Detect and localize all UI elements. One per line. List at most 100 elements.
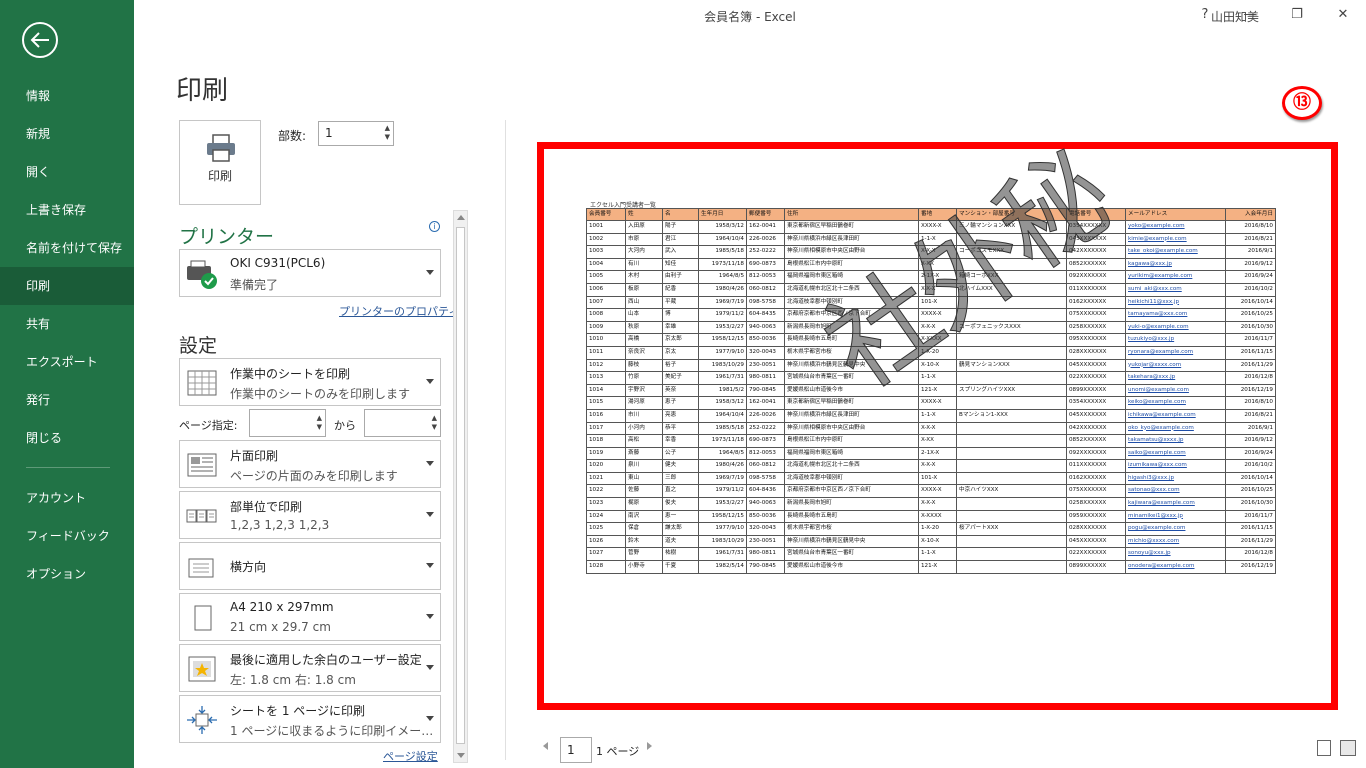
table-cell: X-X-X xyxy=(918,497,957,511)
table-cell xyxy=(956,308,1067,322)
nav-share[interactable]: 共有 xyxy=(0,305,134,343)
print-scope-dropdown[interactable]: 作業中のシートを印刷 作業中のシートのみを印刷します xyxy=(179,358,441,406)
table-cell: 道夫 xyxy=(662,534,699,549)
table-cell: 市川 xyxy=(625,408,663,423)
table-cell xyxy=(956,434,1067,448)
table-cell: 0258XXXXXX xyxy=(1066,320,1126,335)
help-button[interactable]: ? xyxy=(1191,4,1219,26)
table-cell: 2-1X-X xyxy=(918,270,957,284)
page-from-input[interactable]: ▲ ▼ xyxy=(249,409,326,437)
table-cell: 028XXXXXXX xyxy=(1066,522,1126,536)
table-cell: take_okoi@example.com xyxy=(1125,245,1226,259)
table-cell: 高松 xyxy=(625,434,663,448)
margins-dropdown[interactable]: 最後に適用した余白のユーザー設定 左: 1.8 cm 右: 1.8 cm xyxy=(179,644,441,692)
table-cell: 英奈 xyxy=(662,383,699,398)
next-page-icon[interactable] xyxy=(647,742,652,750)
table-cell: takamatsu@xxxx.jp xyxy=(1125,434,1226,448)
nav-info[interactable]: 情報 xyxy=(0,77,134,115)
table-cell: X-X-X xyxy=(918,459,957,473)
printer-dropdown[interactable]: OKI C931(PCL6) 準備完了 xyxy=(179,249,441,297)
table-cell: 恭平 xyxy=(662,421,699,436)
page-to-input[interactable]: ▲ ▼ xyxy=(364,409,441,437)
table-cell: 690-0873 xyxy=(746,434,785,448)
table-cell: 1953/2/27 xyxy=(698,497,747,511)
close-button[interactable]: ✕ xyxy=(1329,4,1357,26)
nav-account[interactable]: アカウント xyxy=(0,479,134,517)
back-arrow-icon[interactable] xyxy=(22,22,58,58)
scaling-dropdown[interactable]: シートを 1 ページに印刷 1 ページに収まるように印刷イメー… xyxy=(179,695,441,743)
paper-size-dropdown[interactable]: A4 210 x 297mm 21 cm x 29.7 cm xyxy=(179,593,441,641)
print-button[interactable]: 印刷 xyxy=(179,120,261,205)
table-row: 1022 佐藤 直之 1979/11/2 604-8436 京都府京都市中京区西ノ京下合町… xyxy=(586,484,1276,499)
table-cell: 1977/9/10 xyxy=(698,345,747,360)
table-cell: 2-1X-X xyxy=(918,446,957,461)
page-setup-link[interactable]: ページ設定 xyxy=(383,748,438,764)
table-cell: 0899XXXXXX xyxy=(1066,560,1126,574)
table-cell: 1019 xyxy=(586,446,626,461)
show-margins-icon[interactable] xyxy=(1317,740,1331,756)
table-cell: 2016/12/19 xyxy=(1225,560,1276,574)
table-cell: 京太郎 xyxy=(662,333,699,347)
table-cell: saiko@example.com xyxy=(1125,446,1226,461)
page-range-label: ページ指定: xyxy=(179,419,238,432)
table-cell: pogu@example.com xyxy=(1125,522,1226,536)
spinner-icon[interactable]: ▲ ▼ xyxy=(317,414,322,432)
copies-input[interactable]: 1 ▲ ▼ xyxy=(318,121,394,146)
table-cell: 0852XXXXXX xyxy=(1066,257,1126,272)
scroll-down-icon[interactable] xyxy=(457,753,465,758)
table-row: 1027 菅野 祐樹 1961/7/31 980-0811 宮城県仙台市青葉区一番町 1-1… xyxy=(586,547,1276,562)
nav-save[interactable]: 上書き保存 xyxy=(0,191,134,229)
table-cell: 1021 xyxy=(586,471,626,486)
chevron-down-icon xyxy=(426,379,434,384)
table-cell: 1964/8/5 xyxy=(698,270,747,284)
info-icon[interactable]: i xyxy=(429,221,440,232)
table-cell: 泉川 xyxy=(625,459,663,473)
nav-options[interactable]: オプション xyxy=(0,555,134,593)
restore-button[interactable]: ❐ xyxy=(1283,4,1311,26)
table-cell: 690-0873 xyxy=(746,257,785,272)
previous-page-icon[interactable] xyxy=(543,742,548,750)
table-cell: XXXX-X xyxy=(918,308,957,322)
nav-save-as[interactable]: 名前を付けて保存 xyxy=(0,229,134,267)
nav-export[interactable]: エクスポート xyxy=(0,343,134,381)
nav-open[interactable]: 開く xyxy=(0,153,134,191)
table-cell: yuki-o@example.com xyxy=(1125,320,1226,335)
page-number-input[interactable]: 1 xyxy=(560,737,592,763)
table-cell: 162-0041 xyxy=(746,396,785,410)
table-cell: 木村 xyxy=(625,270,663,284)
table-cell: 1-X-20 xyxy=(918,522,957,536)
sheet-grid-icon xyxy=(187,370,217,396)
table-cell: 940-0063 xyxy=(746,320,785,335)
minimize-button[interactable]: — xyxy=(1236,4,1264,26)
table-cell: 2016/12/8 xyxy=(1225,547,1276,562)
table-cell: 0959XXXXXX xyxy=(1066,509,1126,524)
table-cell: sonoyu@xxx.jp xyxy=(1125,547,1226,562)
nav-print[interactable]: 印刷 xyxy=(0,267,134,305)
table-cell: XXXX-X xyxy=(918,220,957,234)
nav-new[interactable]: 新規 xyxy=(0,115,134,153)
table-row: 1011 奈良沢 京太 1977/9/10 320-0043 栃木県宇都宮市桜 1-X-20… xyxy=(586,345,1276,360)
collate-dropdown[interactable]: 部単位で印刷 1,2,3 1,2,3 1,2,3 xyxy=(179,491,441,539)
spinner-icon[interactable]: ▲ ▼ xyxy=(432,414,437,432)
table-cell: 梶原 xyxy=(625,497,663,511)
table-cell: 2016/10/30 xyxy=(1225,497,1276,511)
scrollbar-thumb[interactable] xyxy=(456,227,465,744)
printer-properties-link[interactable]: プリンターのプロパティ xyxy=(339,303,459,319)
table-cell: 0258XXXXXX xyxy=(1066,497,1126,511)
settings-scrollbar[interactable] xyxy=(453,210,468,763)
sides-dropdown[interactable]: 片面印刷 ページの片面のみを印刷します xyxy=(179,440,441,488)
table-cell: 162-0041 xyxy=(746,220,785,234)
scroll-up-icon[interactable] xyxy=(457,215,465,220)
nav-publish[interactable]: 発行 xyxy=(0,381,134,419)
table-cell: 098-5758 xyxy=(746,295,785,310)
table-cell: sumi_aki@xxx.com xyxy=(1125,282,1226,297)
orientation-dropdown[interactable]: 横方向 xyxy=(179,542,441,590)
table-cell xyxy=(956,534,1067,549)
zoom-to-page-icon[interactable] xyxy=(1340,740,1356,756)
nav-close[interactable]: 閉じる xyxy=(0,419,134,457)
table-row: 1028 小野寺 千夏 1982/5/14 790-0845 愛媛県松山市道後今市 121-… xyxy=(586,560,1276,574)
copies-spinner-icon[interactable]: ▲ ▼ xyxy=(385,124,390,142)
one-sided-icon xyxy=(187,453,217,477)
nav-feedback[interactable]: フィードバック xyxy=(0,517,134,555)
table-cell: 保倉 xyxy=(625,522,663,536)
